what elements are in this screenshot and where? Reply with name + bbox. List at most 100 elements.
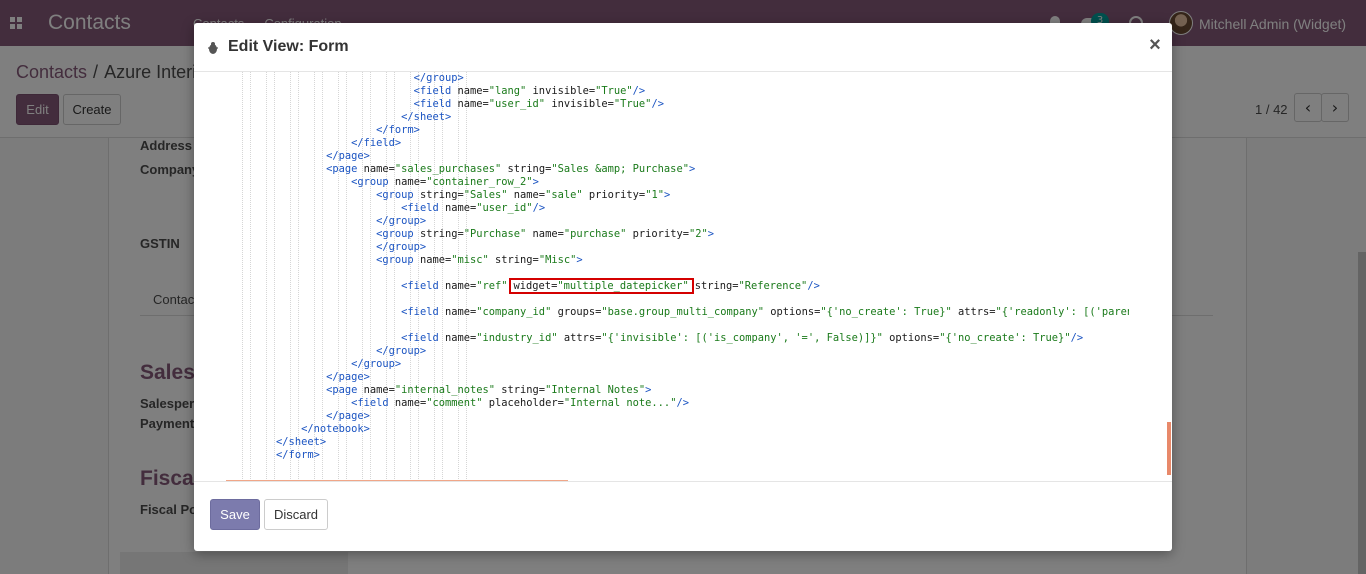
code-attribute: groups= (551, 306, 602, 318)
code-attribute: name= (444, 332, 477, 344)
code-line: </page> (226, 371, 1129, 384)
code-attribute: priority= (626, 228, 689, 240)
code-line: <field name="industry_id" attrs="{'invis… (226, 332, 1129, 345)
code-value: "2" (688, 228, 708, 240)
code-tag: /> (676, 397, 689, 409)
code-value: "user_id" (488, 98, 546, 110)
code-attribute: name= (444, 306, 477, 318)
code-line: </page> (226, 410, 1129, 423)
code-tag: > (645, 384, 652, 396)
code-tag: <field (401, 306, 445, 318)
code-tag: </group> (376, 241, 427, 253)
code-tag: </form> (376, 124, 420, 136)
code-tag: <group (351, 176, 395, 188)
code-tag: <field (401, 332, 445, 344)
code-value: "user_id" (476, 202, 533, 214)
code-attribute: attrs= (557, 332, 602, 344)
editor-vertical-scrollbar[interactable] (1167, 422, 1171, 475)
code-tag: <group (376, 228, 420, 240)
close-icon[interactable]: × (1146, 34, 1164, 56)
code-tag: <field (351, 397, 395, 409)
code-attribute: name= (444, 280, 477, 292)
code-tag: /> (532, 202, 546, 214)
code-attribute: string= (488, 254, 539, 266)
code-line: </group> (226, 345, 1129, 358)
code-attribute: string= (419, 228, 464, 240)
code-tag: <page (326, 384, 364, 396)
code-attribute: placeholder= (482, 397, 564, 409)
code-value: "{'readonly': [('parent_id', '!=', False… (995, 306, 1129, 318)
code-line: </form> (226, 124, 1129, 137)
code-value: "misc" (451, 254, 489, 266)
code-value: "sales_purchases" (394, 163, 502, 175)
code-attribute: name= (363, 163, 395, 175)
edit-view-dialog: Edit View: Form × </group> <field name="… (194, 23, 1172, 551)
code-attribute: name= (394, 397, 427, 409)
code-tag: <page (326, 163, 364, 175)
bug-icon (208, 42, 218, 54)
code-tag: /> (651, 98, 664, 110)
code-tag: </group> (351, 358, 402, 370)
code-tag: > (576, 254, 583, 266)
code-value: "Misc" (538, 254, 577, 266)
dialog-title: Edit View: Form (228, 38, 349, 55)
code-line: <field name="ref" widget="multiple_datepi… (226, 278, 1129, 294)
code-value: "{'invisible': [('is_company', '=', Fals… (601, 332, 883, 344)
code-attribute: invisible= (545, 98, 614, 110)
code-line: </field> (226, 137, 1129, 150)
code-tag: /> (1070, 332, 1084, 344)
code-line: <field name="user_id"/> (226, 202, 1129, 215)
code-line: </notebook> (226, 423, 1129, 436)
code-line: </sheet> (226, 111, 1129, 124)
code-line: <group string="Sales" name="sale" priori… (226, 189, 1129, 202)
code-line: </sheet> (226, 436, 1129, 449)
code-attribute: name= (457, 98, 489, 110)
save-button[interactable]: Save (210, 499, 260, 530)
code-line: <field name="company_id" groups="base.gr… (226, 306, 1129, 319)
code-value: "purchase" (563, 228, 627, 240)
highlighted-widget-attribute: widget="multiple_datepicker" (508, 278, 694, 294)
code-tag: <field (413, 98, 458, 110)
code-tag: <field (413, 85, 458, 97)
code-attribute: string= (501, 163, 552, 175)
dialog-header: Edit View: Form × (194, 23, 1172, 72)
code-tag: > (688, 163, 696, 175)
code-attribute: attrs= (951, 306, 996, 318)
code-tag: </form> (276, 449, 320, 461)
code-tag: </sheet> (401, 111, 452, 123)
code-line: <page name="sales_purchases" string="Sal… (226, 163, 1129, 176)
code-value: "Sales &amp; Purchase" (551, 163, 689, 175)
code-tag: </page> (326, 371, 370, 383)
code-tag: </notebook> (301, 423, 370, 435)
code-attribute: name= (526, 228, 564, 240)
code-line: <field name="user_id" invisible="True"/> (226, 98, 1129, 111)
code-line: </group> (226, 72, 1129, 85)
code-tag: > (707, 228, 715, 240)
code-line: </form> (226, 449, 1129, 462)
code-tag: > (663, 189, 671, 201)
code-line: <group name="container_row_2"> (226, 176, 1129, 189)
code-attribute: options= (764, 306, 821, 318)
code-attribute: name= (394, 176, 427, 188)
code-line: </group> (226, 358, 1129, 371)
code-attribute: string= (495, 384, 546, 396)
code-line: </page> (226, 150, 1129, 163)
code-value: "True" (595, 85, 633, 97)
discard-button[interactable]: Discard (264, 499, 328, 530)
code-line: <field name="comment" placeholder="Inter… (226, 397, 1129, 410)
code-tag: <group (376, 254, 420, 266)
code-value: "company_id" (476, 306, 552, 318)
code-value: "base.group_multi_company" (601, 306, 765, 318)
code-content: </group> <field name="lang" invisible="T… (226, 72, 1129, 475)
code-value: "Purchase" (463, 228, 527, 240)
code-tag: <field (401, 280, 445, 292)
code-value: "multiple_datepicker" (557, 280, 689, 292)
xml-code-editor[interactable]: </group> <field name="lang" invisible="T… (226, 72, 1129, 481)
code-value: "comment" (426, 397, 483, 409)
code-attribute: name= (363, 384, 395, 396)
code-line: </group> (226, 215, 1129, 228)
code-value: "internal_notes" (394, 384, 496, 396)
code-value: "1" (645, 189, 664, 201)
code-value: "Reference" (738, 280, 808, 292)
